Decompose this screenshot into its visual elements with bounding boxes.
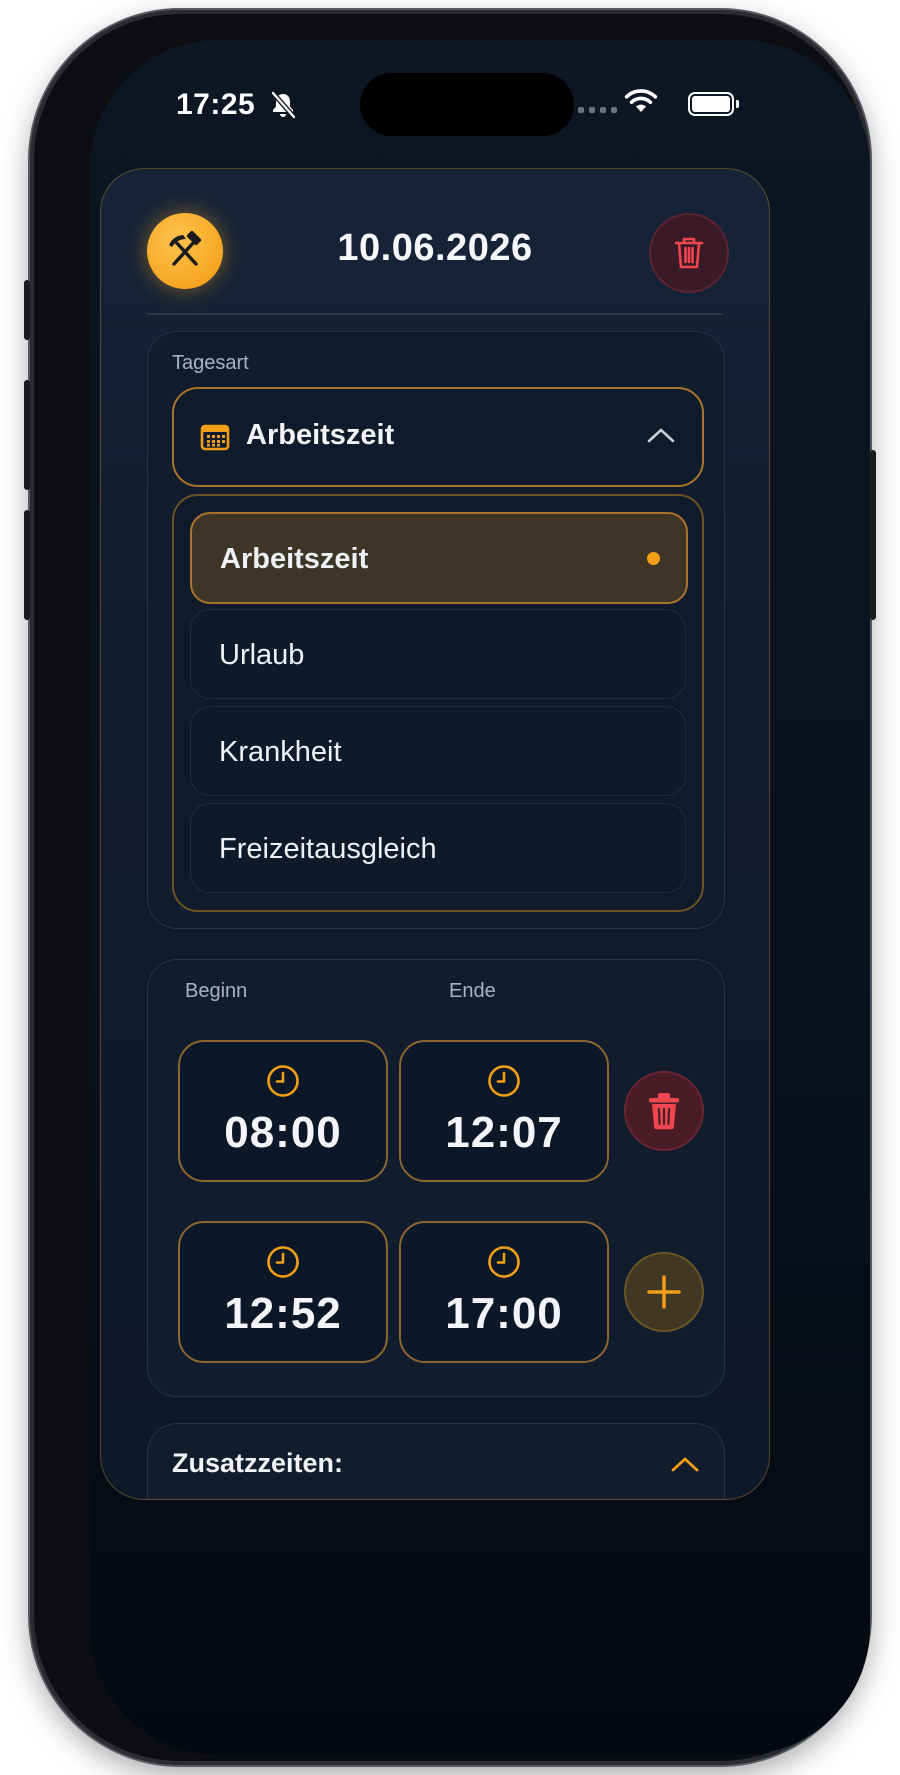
extra-times-section[interactable]: Zusatzzeiten: — [147, 1423, 725, 1499]
clock-icon — [267, 1246, 299, 1278]
end-column-label: Ende — [449, 980, 496, 1002]
add-time-row-button[interactable] — [624, 1252, 704, 1332]
day-type-select[interactable]: Arbeitszeit — [172, 387, 704, 487]
cellular-signal-icon — [578, 107, 617, 113]
day-type-label: Tagesart — [172, 352, 249, 374]
work-times-section: Beginn Ende 08:00 12:07 12:52 17:00 — [147, 959, 725, 1397]
day-type-section: Tagesart Arbeitszeit Arbeitszeit Urlaub … — [147, 331, 725, 929]
clock-icon — [488, 1246, 520, 1278]
day-type-dropdown: Arbeitszeit Urlaub Krankheit Freizeitaus… — [172, 494, 704, 912]
delete-time-row-button[interactable] — [624, 1071, 704, 1151]
end-time-field[interactable]: 17:00 — [399, 1221, 609, 1363]
option-urlaub[interactable]: Urlaub — [190, 609, 686, 699]
start-time-field[interactable]: 08:00 — [178, 1040, 388, 1182]
clock-icon — [267, 1065, 299, 1097]
clock-icon — [488, 1065, 520, 1097]
wifi-icon — [624, 89, 658, 112]
start-column-label: Beginn — [185, 980, 248, 1002]
time-value: 08:00 — [224, 1108, 342, 1157]
plus-icon — [647, 1275, 681, 1309]
time-value: 12:07 — [445, 1108, 563, 1157]
time-value: 17:00 — [445, 1289, 563, 1338]
trash-icon — [674, 237, 704, 269]
calendar-icon — [200, 424, 230, 451]
battery-icon — [688, 92, 739, 116]
time-value: 12:52 — [224, 1289, 342, 1338]
option-freizeitausgleich[interactable]: Freizeitausgleich — [190, 803, 686, 893]
bell-muted-icon — [271, 91, 296, 119]
chevron-up-icon — [671, 1457, 699, 1472]
start-time-field[interactable]: 12:52 — [178, 1221, 388, 1363]
day-edit-card: 10.06.2026 Tagesart Arbeitszeit Arbeitsz… — [100, 168, 770, 1500]
status-time: 17:25 — [176, 88, 256, 121]
header-divider — [147, 313, 723, 315]
chevron-up-icon — [647, 428, 675, 443]
day-type-selected-value: Arbeitszeit — [246, 419, 395, 451]
option-krankheit[interactable]: Krankheit — [190, 706, 686, 796]
extra-times-label: Zusatzzeiten: — [172, 1448, 344, 1478]
end-time-field[interactable]: 12:07 — [399, 1040, 609, 1182]
option-label: Arbeitszeit — [220, 543, 369, 575]
option-arbeitszeit[interactable]: Arbeitszeit — [190, 512, 688, 604]
option-label: Krankheit — [219, 736, 342, 768]
trash-icon — [649, 1093, 679, 1130]
screen: 17:25 10.06.2026 Tagesart Arbeitszeit Ar… — [90, 40, 870, 1755]
selected-dot-icon — [647, 552, 660, 565]
option-label: Freizeitausgleich — [219, 833, 437, 865]
status-bar: 17:25 — [90, 40, 870, 150]
option-label: Urlaub — [219, 639, 305, 671]
delete-day-button[interactable] — [649, 213, 729, 293]
phone-frame: 17:25 10.06.2026 Tagesart Arbeitszeit Ar… — [24, 10, 876, 1765]
dynamic-island — [360, 73, 574, 136]
